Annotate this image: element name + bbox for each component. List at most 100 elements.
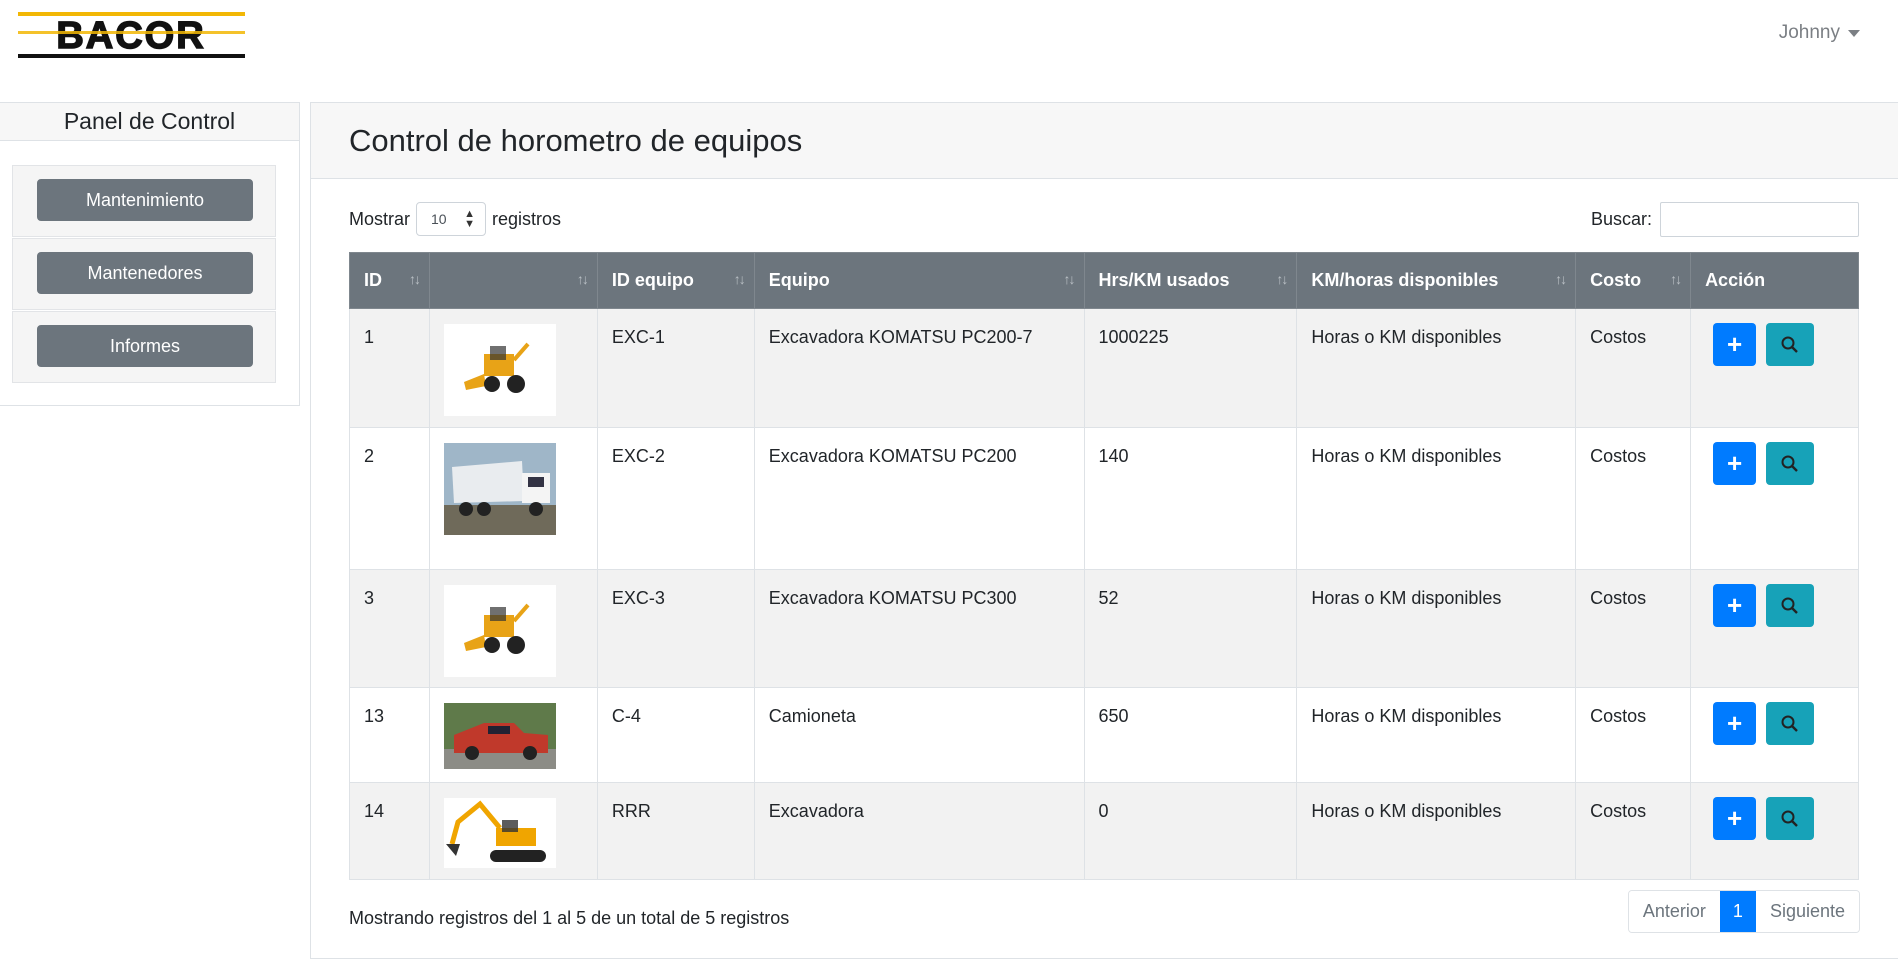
plus-icon: + — [1726, 590, 1743, 620]
dump-truck-image — [443, 443, 556, 535]
table-row: 2 EXC-2 Excavadora KOMATSU PC200 140 Hor… — [349, 427, 1859, 570]
length-prefix: Mostrar — [349, 208, 411, 229]
table-row: 14 RRR Excavadora 0 Horas o KM disponibl… — [349, 782, 1859, 880]
cell-cost: Costos — [1575, 782, 1692, 880]
col-header-equipment-id[interactable]: ID equipo ↑↓ — [596, 252, 755, 309]
page-length-select[interactable]: 10 ▲ ▼ — [416, 202, 487, 236]
pagination: Anterior 1 Siguiente — [1627, 890, 1860, 933]
search-icon — [1781, 715, 1798, 732]
col-header-action: Acción — [1690, 252, 1859, 309]
equipment-table: ID ↑↓ ↑↓ ID equipo ↑↓ Equipo ↑↓ Hrs/KM usad… — [349, 252, 1859, 880]
search-icon — [1781, 336, 1798, 353]
cell-image — [428, 308, 598, 428]
table-header-row: ID ↑↓ ↑↓ ID equipo ↑↓ Equipo ↑↓ Hrs/KM usad… — [349, 252, 1859, 309]
plus-icon: + — [1726, 708, 1743, 738]
search-input[interactable] — [1660, 202, 1859, 237]
main-card-header: Control de horometro de equipos — [311, 103, 1898, 179]
cell-image — [428, 687, 598, 783]
backhoe-loader-image — [443, 585, 556, 677]
table-controls: Mostrar 10 ▲ ▼ registros Buscar: — [349, 202, 1859, 240]
col-header-image[interactable]: ↑↓ — [428, 252, 598, 309]
mantenimiento-button[interactable]: Mantenimiento — [37, 179, 253, 221]
cell-equipment: Excavadora KOMATSU PC200-7 — [753, 308, 1085, 428]
page-1-button[interactable]: 1 — [1719, 891, 1756, 932]
svg-text:BACOR: BACOR — [56, 15, 205, 57]
next-page-button[interactable]: Siguiente — [1755, 891, 1859, 932]
excavator-image — [443, 798, 556, 868]
cell-actions: + — [1690, 308, 1859, 428]
view-button[interactable] — [1766, 323, 1815, 366]
search-icon — [1781, 455, 1798, 472]
add-button[interactable]: + — [1713, 584, 1757, 627]
cell-actions: + — [1690, 427, 1859, 570]
cell-id: 14 — [349, 782, 430, 880]
length-suffix: registros — [492, 208, 562, 229]
cell-equipment-id: RRR — [596, 782, 755, 880]
cell-actions: + — [1690, 569, 1859, 688]
cell-available: Horas o KM disponibles — [1296, 427, 1577, 570]
cell-image — [428, 569, 598, 688]
sidebar-item-informes: Informes — [12, 311, 276, 383]
cell-actions: + — [1690, 782, 1859, 880]
cell-equipment: Excavadora — [753, 782, 1085, 880]
length-control: Mostrar 10 ▲ ▼ registros — [349, 202, 561, 236]
view-button[interactable] — [1766, 702, 1815, 745]
cell-equipment-id: EXC-2 — [596, 427, 755, 570]
select-arrows-icon: ▲ ▼ — [464, 208, 476, 230]
cell-id: 1 — [349, 308, 430, 428]
search-icon — [1781, 597, 1798, 614]
cell-id: 13 — [349, 687, 430, 783]
col-header-used[interactable]: Hrs/KM usados ↑↓ — [1083, 252, 1298, 309]
page-length-value: 10 — [431, 211, 447, 227]
col-header-cost[interactable]: Costo ↑↓ — [1575, 252, 1692, 309]
cell-equipment-id: EXC-1 — [596, 308, 755, 428]
main-card: Control de horometro de equipos Mostrar … — [310, 102, 1898, 959]
sidebar-item-mantenedores: Mantenedores — [12, 238, 276, 310]
mantenedores-button[interactable]: Mantenedores — [37, 252, 253, 294]
col-header-available[interactable]: KM/horas disponibles ↑↓ — [1296, 252, 1577, 309]
cell-actions: + — [1690, 687, 1859, 783]
add-button[interactable]: + — [1713, 797, 1757, 840]
cell-used: 650 — [1083, 687, 1298, 783]
cell-equipment: Camioneta — [753, 687, 1085, 783]
plus-icon: + — [1726, 329, 1743, 359]
cell-equipment: Excavadora KOMATSU PC300 — [753, 569, 1085, 688]
cell-used: 0 — [1083, 782, 1298, 880]
informes-button[interactable]: Informes — [37, 325, 253, 367]
plus-icon: + — [1726, 803, 1743, 833]
pickup-truck-image — [443, 703, 556, 769]
cell-equipment-id: EXC-3 — [596, 569, 755, 688]
previous-page-button[interactable]: Anterior — [1628, 891, 1720, 932]
sort-icon: ↑↓ — [1063, 271, 1076, 287]
top-navbar: BACOR Johnny — [0, 0, 1898, 70]
user-menu-dropdown[interactable]: Johnny — [1779, 22, 1860, 44]
view-button[interactable] — [1766, 442, 1815, 485]
cell-cost: Costos — [1575, 569, 1692, 688]
cell-cost: Costos — [1575, 687, 1692, 783]
cell-available: Horas o KM disponibles — [1296, 308, 1577, 428]
add-button[interactable]: + — [1713, 702, 1757, 745]
col-header-equipment[interactable]: Equipo ↑↓ — [753, 252, 1085, 309]
cell-used: 1000225 — [1083, 308, 1298, 428]
cell-equipment: Excavadora KOMATSU PC200 — [753, 427, 1085, 570]
view-button[interactable] — [1766, 797, 1815, 840]
backhoe-loader-image — [443, 324, 556, 416]
add-button[interactable]: + — [1713, 323, 1757, 366]
view-button[interactable] — [1766, 584, 1815, 627]
table-row: 3 EXC-3 Excavadora KOMATSU PC300 52 Hora… — [349, 569, 1859, 688]
cell-id: 2 — [349, 427, 430, 570]
sort-icon: ↑↓ — [1555, 271, 1567, 287]
cell-available: Horas o KM disponibles — [1296, 687, 1577, 783]
col-header-id[interactable]: ID ↑↓ — [349, 252, 430, 309]
sort-icon: ↑↓ — [408, 271, 421, 287]
add-button[interactable]: + — [1713, 442, 1757, 485]
table-info: Mostrando registros del 1 al 5 de un tot… — [349, 908, 790, 928]
cell-available: Horas o KM disponibles — [1296, 782, 1577, 880]
sort-icon: ↑↓ — [733, 271, 746, 287]
table-row: 13 C-4 Camioneta 650 Horas o KM disponib… — [349, 687, 1859, 783]
sidebar: Panel de Control Mantenimiento Mantenedo… — [0, 102, 300, 406]
cell-used: 140 — [1083, 427, 1298, 570]
cell-cost: Costos — [1575, 427, 1692, 570]
bacor-logo[interactable]: BACOR — [18, 12, 245, 58]
plus-icon: + — [1726, 448, 1743, 478]
